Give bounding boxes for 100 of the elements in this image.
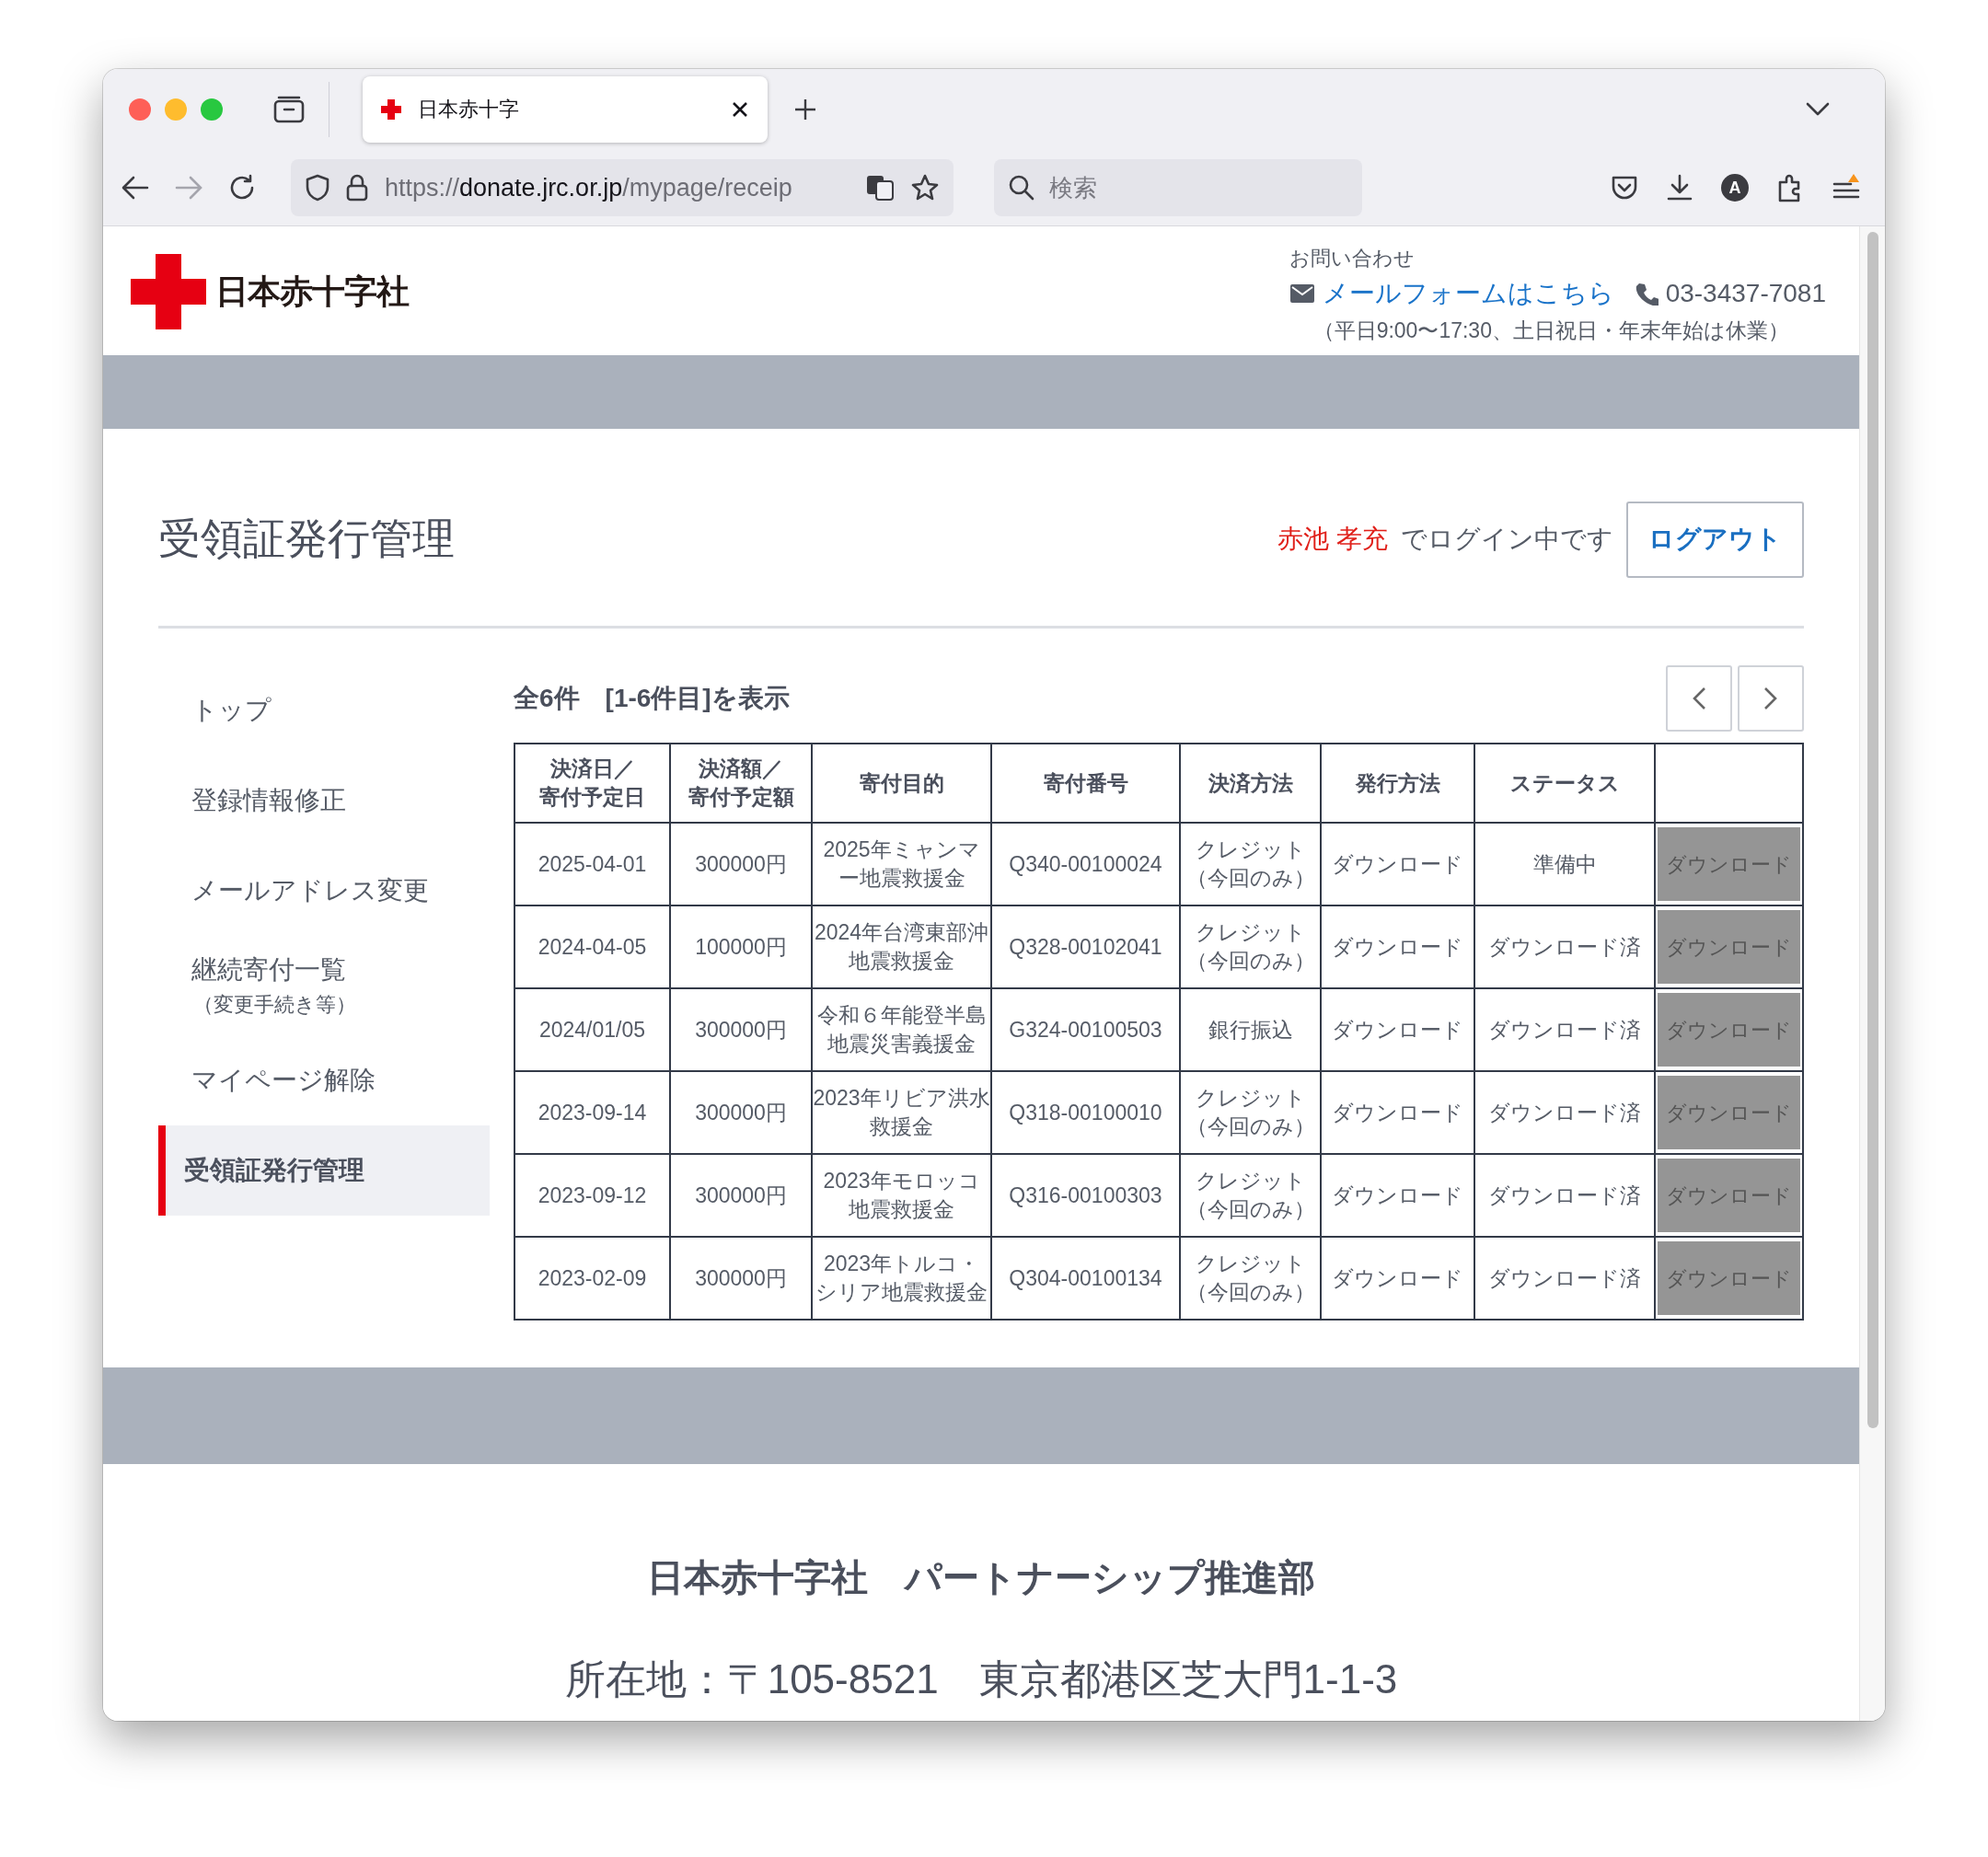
scrollbar-thumb[interactable] <box>1867 232 1878 1428</box>
column-header-line: 決済日／ <box>549 755 636 782</box>
column-header-line: 寄付目的 <box>858 769 945 797</box>
table-cell: ダウンロード <box>1321 1071 1474 1154</box>
chevron-left-icon <box>1692 686 1706 710</box>
table-cell: 300000円 <box>670 823 812 905</box>
payment-method: クレジット <box>1194 1168 1307 1194</box>
cross-logo-icon <box>131 254 206 329</box>
search-icon <box>1009 175 1034 201</box>
table-cell: 300000円 <box>670 1071 812 1154</box>
table-cell: 100000円 <box>670 905 812 988</box>
table-cell: 2024/01/05 <box>514 988 670 1071</box>
payment-method: クレジット <box>1194 1085 1307 1112</box>
table-cell: 300000円 <box>670 1154 812 1237</box>
star-icon[interactable] <box>911 174 939 202</box>
table-cell: 2025-04-01 <box>514 823 670 905</box>
column-header-line: 決済額／ <box>698 755 784 782</box>
table-cell: 2023年モロッコ地震救援金 <box>812 1154 991 1237</box>
table-cell: 準備中 <box>1474 823 1655 905</box>
table-cell: ダウンロード <box>1321 988 1474 1071</box>
new-tab-icon[interactable] <box>793 98 817 121</box>
back-icon[interactable] <box>121 176 149 200</box>
table-cell: ダウンロード <box>1321 1237 1474 1320</box>
sidebar-item[interactable]: 登録情報修正 <box>158 755 490 846</box>
table-cell: ダウンロード <box>1321 1154 1474 1237</box>
chevron-right-icon <box>1763 686 1778 710</box>
sidebar-item[interactable]: トップ <box>158 665 490 755</box>
payment-note: （今回のみ） <box>1185 865 1316 892</box>
cross-icon <box>381 99 401 120</box>
table-cell: 2023年リビア洪水救援金 <box>812 1071 991 1154</box>
result-summary: 全6件 [1-6件目]を表示 <box>514 683 790 714</box>
business-hours: （平日9:00〜17:30、土日祝日・年末年始は休業） <box>1312 317 1789 344</box>
url-text: https://donate.jrc.or.jp/mypage/receip <box>385 173 793 202</box>
table-cell: 300000円 <box>670 1237 812 1320</box>
column-header-line: 寄付予定日 <box>538 784 646 811</box>
login-status: でログイン中です <box>1401 524 1613 555</box>
table-cell: 令和６年能登半島地震災害義援金 <box>812 988 991 1071</box>
table-cell: 2024-04-05 <box>514 905 670 988</box>
reload-icon[interactable] <box>228 174 256 202</box>
payment-method: クレジット <box>1194 1251 1307 1277</box>
logout-button[interactable]: ログアウト <box>1626 501 1804 578</box>
table-cell: ダウンロード済 <box>1474 1154 1655 1237</box>
table-cell: 300000円 <box>670 988 812 1071</box>
table-cell: Q328-00102041 <box>991 905 1180 988</box>
payment-note: （今回のみ） <box>1185 1113 1316 1140</box>
sidebar-item-note: （変更手続き等） <box>193 992 357 1018</box>
sidebar-item[interactable]: 受領証発行管理 <box>158 1125 490 1216</box>
tab-overview-icon[interactable] <box>273 96 305 123</box>
column-header-line: ステータス <box>1508 769 1621 797</box>
table-cell: ダウンロード <box>1321 905 1474 988</box>
table-cell: ダウンロード済 <box>1474 1071 1655 1154</box>
search-field[interactable]: 検索 <box>994 159 1362 216</box>
payment-note: （今回のみ） <box>1185 1196 1316 1223</box>
table-cell: Q304-00100134 <box>991 1237 1180 1320</box>
search-input[interactable]: 検索 <box>1047 172 1327 203</box>
footer-organization: 日本赤十字社 パートナーシップ推進部 <box>647 1556 1315 1599</box>
account-avatar[interactable]: A <box>1721 174 1749 202</box>
sidebar-item[interactable]: マイページ解除 <box>158 1035 490 1125</box>
close-window-icon[interactable] <box>129 98 151 121</box>
table-cell: 2023年トルコ・シリア地震救援金 <box>812 1237 991 1320</box>
phone-icon <box>1634 282 1659 306</box>
lock-icon <box>346 174 368 202</box>
mail-form-link[interactable]: メールフォームはこちら <box>1322 276 1614 311</box>
mail-icon <box>1289 283 1315 304</box>
column-header-line: 寄付予定額 <box>687 784 795 811</box>
table-cell: G324-00100503 <box>991 988 1180 1071</box>
logo-text: 日本赤十字社 <box>215 271 409 312</box>
sidebar-item-label: 継続寄付一覧 <box>191 954 347 986</box>
column-header-line: 寄付番号 <box>1042 769 1129 797</box>
table-cell: ダウンロード <box>1321 823 1474 905</box>
sidebar-item-panel[interactable]: 継続寄付一覧 （変更手続き等） <box>158 936 490 1035</box>
payment-method: クレジット <box>1194 919 1307 946</box>
footer-address: 所在地：〒105-8521 東京都港区芝大門1-1-3 <box>564 1655 1398 1703</box>
column-header-line: 決済方法 <box>1207 769 1294 797</box>
phone-number: 03-3437-7081 <box>1665 279 1826 308</box>
payment-method: クレジット <box>1194 836 1307 863</box>
table-cell: Q340-00100024 <box>991 823 1180 905</box>
table-cell: Q318-00100010 <box>991 1071 1180 1154</box>
close-icon[interactable] <box>731 100 749 119</box>
chevron-down-icon[interactable] <box>1806 102 1830 117</box>
table-cell: 2023-09-14 <box>514 1071 670 1154</box>
table-cell: Q316-00100303 <box>991 1154 1180 1237</box>
shield-icon <box>306 174 329 202</box>
payment-note: （今回のみ） <box>1185 948 1316 975</box>
table-cell: ダウンロード済 <box>1474 988 1655 1071</box>
browser-tab[interactable]: 日本赤十字 <box>363 76 768 143</box>
table-cell: ダウンロード済 <box>1474 1237 1655 1320</box>
download-icon[interactable] <box>1666 174 1693 202</box>
table-cell: 2023-09-12 <box>514 1154 670 1237</box>
column-header-line: 発行方法 <box>1354 769 1441 797</box>
page-title: 受領証発行管理 <box>158 513 455 564</box>
table-cell: ダウンロード済 <box>1474 905 1655 988</box>
address-bar[interactable]: https://donate.jrc.or.jp/mypage/receip <box>291 159 954 216</box>
sidebar-item[interactable]: メールアドレス変更 <box>158 846 490 936</box>
table-cell: 2023-02-09 <box>514 1237 670 1320</box>
table-cell: 2025年ミャンマー地震救援金 <box>812 823 991 905</box>
table-cell: 2024年台湾東部沖地震救援金 <box>812 905 991 988</box>
table-cell: 銀行振込 <box>1180 988 1321 1071</box>
contact-label: お問い合わせ <box>1289 246 1415 271</box>
user-name: 赤池 孝充 <box>1277 524 1388 555</box>
